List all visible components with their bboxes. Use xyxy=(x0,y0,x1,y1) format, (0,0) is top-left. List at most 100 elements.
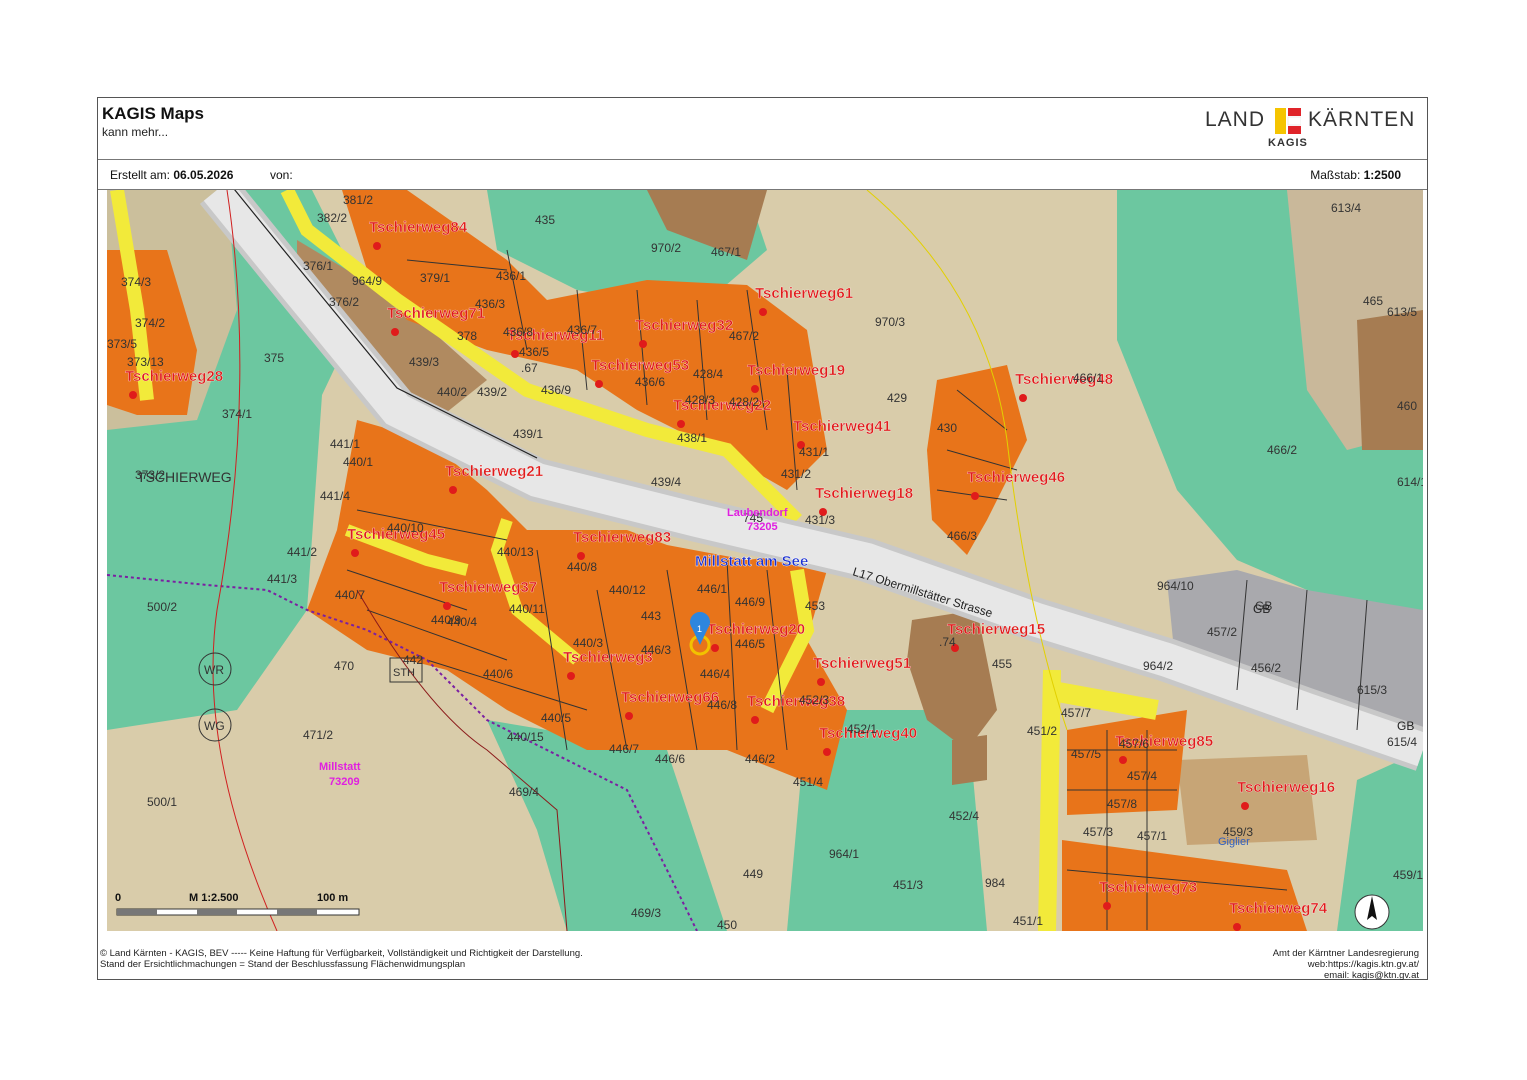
address-point xyxy=(351,549,359,557)
logo-kagis-text: KAGIS xyxy=(1268,137,1308,149)
parcel-number-label: 964/1 xyxy=(829,847,859,861)
parcel-number-label: 436/1 xyxy=(496,269,526,283)
parcel-number-label: 440/7 xyxy=(335,588,365,602)
parcel-number-label: 442 xyxy=(403,653,423,667)
map-svg: Tschierweg84Tschierweg71Tschierweg11Tsch… xyxy=(107,190,1423,931)
street-address-label: Tschierweg84 xyxy=(369,219,468,236)
address-point xyxy=(639,340,647,348)
parcel-number-label: 457/7 xyxy=(1061,706,1091,720)
parcel-number-label: 457/4 xyxy=(1127,769,1157,783)
cadastral-millstatt: Millstatt xyxy=(319,761,361,773)
street-address-label: Tschierweg61 xyxy=(755,285,853,302)
parcel-number-label: 451/3 xyxy=(893,878,923,892)
parcel-number-label: 446/6 xyxy=(655,752,685,766)
parcel-number-label: 431/1 xyxy=(799,445,829,459)
parcel-number-label: 440/8 xyxy=(567,560,597,574)
gb-label-1: GB xyxy=(1253,602,1270,616)
meta-bar: Erstellt am: 06.05.2026 von: Maßstab: 1:… xyxy=(98,159,1427,190)
address-point xyxy=(511,350,519,358)
parcel-number-label: 374/2 xyxy=(135,316,165,330)
parcel-number-label: 374/3 xyxy=(121,275,151,289)
parcel-number-label: 471/2 xyxy=(303,728,333,742)
north-arrow-icon xyxy=(1354,894,1390,930)
street-address-label: Tschierweg71 xyxy=(387,305,485,322)
parcel-number-label: 615/3 xyxy=(1357,683,1387,697)
parcel-number-label: 378 xyxy=(457,329,477,343)
parcel-number-label: 466/1 xyxy=(1073,371,1103,385)
street-address-label: Tschierweg16 xyxy=(1237,779,1335,796)
brown-area-east xyxy=(1357,310,1423,450)
footer-left-line1: © Land Kärnten - KAGIS, BEV ----- Keine … xyxy=(100,948,583,959)
address-point xyxy=(129,391,137,399)
street-address-label: Tschierweg19 xyxy=(747,362,845,379)
parcel-number-label: 450 xyxy=(717,918,737,931)
parcel-number-label: 436/8 xyxy=(503,325,533,339)
brown-building-small xyxy=(952,735,987,785)
parcel-number-label: 428/4 xyxy=(693,367,723,381)
parcel-number-label: 430 xyxy=(937,421,957,435)
giglier-label: Giglier xyxy=(1218,836,1250,848)
parcel-number-label: 440/13 xyxy=(497,545,534,559)
street-address-label: Tschierweg18 xyxy=(815,485,913,502)
parcel-number-label: 460 xyxy=(1397,399,1417,413)
scale-label: Maßstab: xyxy=(1310,168,1361,182)
cadastral-millstatt-code: 73209 xyxy=(329,776,360,788)
street-address-label: Tschierweg51 xyxy=(813,655,911,672)
parcel-number-label: 374/1 xyxy=(222,407,252,421)
parcel-number-label: 613/4 xyxy=(1331,201,1361,215)
parcel-number-label: 465 xyxy=(1363,294,1383,308)
parcel-number-label: 441/3 xyxy=(267,572,297,586)
parcel-number-label: 376/2 xyxy=(329,295,359,309)
parcel-number-label: 457/2 xyxy=(1207,625,1237,639)
parcel-number-label: 467/1 xyxy=(711,245,741,259)
parcel-number-label: 453 xyxy=(805,599,825,613)
scale-value: 1:2500 xyxy=(1363,168,1401,182)
street-address-label: Tschierweg20 xyxy=(707,621,805,638)
parcel-number-label: 431/3 xyxy=(805,513,835,527)
map-canvas[interactable]: Tschierweg84 Tschierweg71 Tschierweg11 Tsch… xyxy=(107,190,1423,931)
footer-right-line2[interactable]: web:https://kagis.ktn.gv.at/ xyxy=(1273,959,1419,970)
yellow-way-southeast xyxy=(1038,669,1061,931)
parcel-number-label: 469/3 xyxy=(631,906,661,920)
parcel-number-label: 440/11 xyxy=(509,602,545,616)
street-address-label: Tschierweg3 xyxy=(563,649,653,666)
created-date: Erstellt am: 06.05.2026 xyxy=(110,168,233,182)
street-address-label: Tschierweg21 xyxy=(445,463,543,480)
address-point xyxy=(1019,394,1027,402)
parcel-number-label: 613/5 xyxy=(1387,305,1417,319)
address-point xyxy=(711,644,719,652)
parcel-number-label: 373/13 xyxy=(127,355,164,369)
scale-info: Maßstab: 1:2500 xyxy=(1310,168,1401,182)
address-point xyxy=(567,672,575,680)
parcel-number-label: 443 xyxy=(641,609,661,623)
address-point xyxy=(677,420,685,428)
land-kaernten-logo: LAND KÄRNTEN KAGIS xyxy=(1205,104,1415,152)
created-label: Erstellt am: xyxy=(110,168,171,182)
parcel-number-label: 440/12 xyxy=(609,583,646,597)
parcel-number-label: 467/2 xyxy=(729,329,759,343)
wg-label: WG xyxy=(204,719,225,733)
parcel-number-label: 984 xyxy=(985,876,1005,890)
parcel-number-label: 451/2 xyxy=(1027,724,1057,738)
footer-right-line3[interactable]: email: kagis@ktn.gv.at xyxy=(1273,970,1419,981)
map-sheet: KAGIS Maps kann mehr... LAND KÄRNTEN KAG… xyxy=(97,97,1428,981)
street-address-label: Tschierweg73 xyxy=(1099,879,1197,896)
parcel-number-label: 446/3 xyxy=(641,643,671,657)
app-title: KAGIS Maps xyxy=(102,104,205,123)
parcel-number-label: 451/4 xyxy=(793,775,823,789)
street-address-label: Tschierweg74 xyxy=(1229,900,1328,917)
parcel-number-label: 382/2 xyxy=(317,211,347,225)
parcel-number-label: 455 xyxy=(992,657,1012,671)
parcel-number-label: 457/1 xyxy=(1137,829,1167,843)
parcel-number-label: 466/3 xyxy=(947,529,977,543)
address-point xyxy=(449,486,457,494)
parcel-number-label: 438/1 xyxy=(677,431,707,445)
scale-bar-zero: 0 xyxy=(115,892,121,904)
street-address-label: Tschierweg41 xyxy=(793,418,891,435)
address-point xyxy=(1241,802,1249,810)
parcel-number-label: 614/1 xyxy=(1397,475,1423,489)
app-subtitle: kann mehr... xyxy=(102,125,169,139)
street-address-label: Tschierweg83 xyxy=(573,529,671,546)
address-point xyxy=(751,716,759,724)
parcel-number-label: 373/5 xyxy=(107,337,137,351)
